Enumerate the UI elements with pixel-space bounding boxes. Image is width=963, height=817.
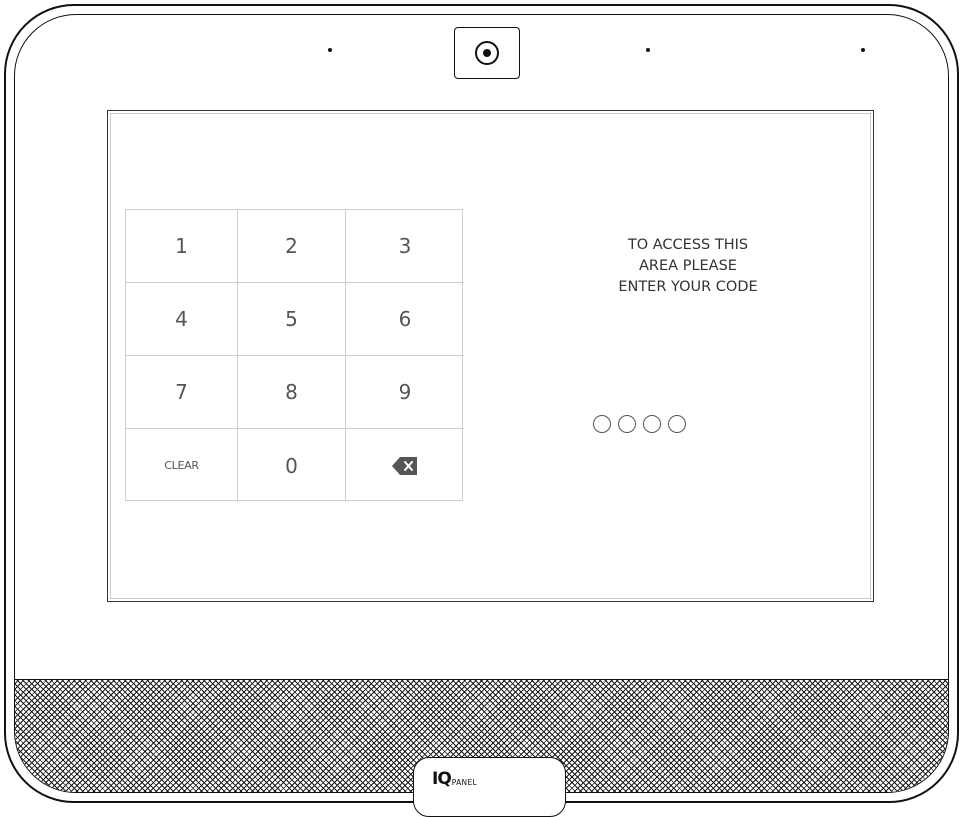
- iq-panel-logo: IQ PANEL: [432, 771, 477, 788]
- prompt-line: AREA PLEASE: [639, 258, 737, 274]
- touch-screen: 1 2 3 4 5 6 7 8 9 CLEAR 0 TO ACCESS THIS…: [107, 110, 874, 602]
- sensor-dot: [646, 48, 650, 52]
- sensor-dot: [861, 48, 865, 52]
- key-4[interactable]: 4: [126, 283, 238, 356]
- key-9[interactable]: 9: [346, 356, 464, 429]
- key-8[interactable]: 8: [238, 356, 346, 429]
- pin-digit-indicator: [643, 415, 661, 433]
- sensor-dot: [328, 48, 332, 52]
- key-1[interactable]: 1: [126, 210, 238, 283]
- pin-indicator: [593, 415, 686, 433]
- backspace-button[interactable]: [346, 429, 464, 502]
- clear-button[interactable]: CLEAR: [126, 429, 238, 502]
- camera-lens-icon: [475, 41, 499, 65]
- prompt-line: TO ACCESS THIS: [627, 237, 749, 253]
- key-2[interactable]: 2: [238, 210, 346, 283]
- logo-panel: PANEL: [451, 778, 477, 787]
- key-5[interactable]: 5: [238, 283, 346, 356]
- keypad: 1 2 3 4 5 6 7 8 9 CLEAR 0: [125, 209, 464, 502]
- pin-digit-indicator: [618, 415, 636, 433]
- access-prompt: TO ACCESS THIS AREA PLEASE ENTER YOUR CO…: [518, 235, 858, 298]
- pin-digit-indicator: [593, 415, 611, 433]
- key-6[interactable]: 6: [346, 283, 464, 356]
- key-0[interactable]: 0: [238, 429, 346, 502]
- logo-iq: IQ: [432, 769, 452, 789]
- camera: [454, 27, 520, 79]
- pin-digit-indicator: [668, 415, 686, 433]
- prompt-line: ENTER YOUR CODE: [618, 279, 758, 295]
- key-7[interactable]: 7: [126, 356, 238, 429]
- backspace-icon: [392, 456, 417, 475]
- key-3[interactable]: 3: [346, 210, 464, 283]
